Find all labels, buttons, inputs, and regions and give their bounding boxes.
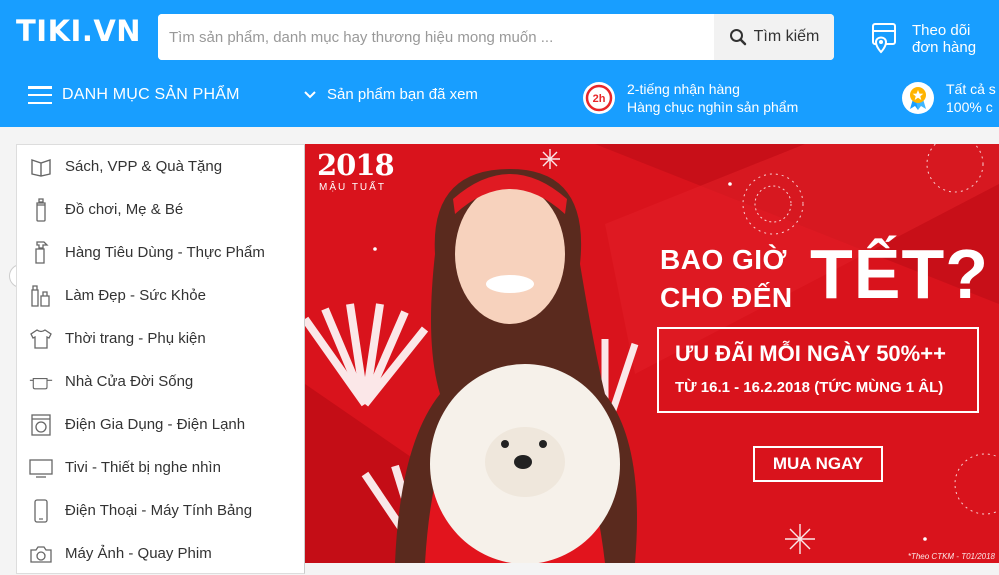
track-order-line2: đơn hàng [912, 39, 977, 56]
search-button[interactable]: Tìm kiếm [714, 14, 834, 60]
baby-bottle-icon [29, 197, 53, 222]
search-input[interactable] [158, 14, 714, 60]
header-bar: TIKI.VN Tìm kiếm Theo dõi đơn hàng DANH … [0, 0, 999, 127]
search-button-label: Tìm kiếm [753, 28, 820, 45]
category-menu-label: DANH MỤC SẢN PHẨM [62, 86, 240, 103]
category-item-books[interactable]: Sách, VPP & Quà Tặng [17, 145, 304, 188]
promo-genuine-line1: Tất cả s [946, 81, 996, 97]
category-label: Tivi - Thiết bị nghe nhìn [65, 459, 221, 476]
book-icon [29, 155, 53, 179]
search-icon [729, 29, 746, 46]
category-label: Sách, VPP & Quà Tặng [65, 158, 223, 175]
banner-offer-line2: TỪ 16.1 - 16.2.2018 (TỨC MÙNG 1 ÂL) [675, 379, 944, 396]
category-item-consumer-food[interactable]: Hàng Tiêu Dùng - Thực Phẩm [17, 231, 304, 274]
category-label: Điện Gia Dụng - Điện Lạnh [65, 416, 246, 433]
category-item-tv-av[interactable]: Tivi - Thiết bị nghe nhìn [17, 446, 304, 489]
2h-badge-text: 2h [593, 93, 606, 105]
category-menu-toggle[interactable]: DANH MỤC SẢN PHẨM [28, 86, 240, 104]
tiki-logo[interactable]: TIKI.VN [16, 14, 141, 48]
search-box: Tìm kiếm [158, 14, 834, 60]
banner-offer-box: ƯU ĐÃI MỖI NGÀY 50%++ TỪ 16.1 - 16.2.201… [657, 327, 979, 413]
category-label: Máy Ảnh - Quay Phim [65, 545, 212, 562]
category-label: Nhà Cửa Đời Sống [65, 373, 194, 390]
package-location-icon [872, 23, 896, 54]
promo-2h-line1: 2-tiếng nhận hàng [627, 81, 740, 97]
track-order-line1: Theo dõi [912, 22, 971, 39]
track-order-link[interactable]: Theo dõi đơn hàng [868, 19, 999, 59]
category-label: Làm Đẹp - Sức Khỏe [65, 287, 206, 304]
chevron-down-icon [304, 90, 316, 98]
category-item-cameras[interactable]: Máy Ảnh - Quay Phim [17, 532, 304, 575]
banner-footnote: *Theo CTKM - T01/2018 [907, 552, 995, 561]
promo-2h-delivery[interactable]: 2h 2-tiếng nhận hàng Hàng chục nghìn sản… [583, 80, 798, 116]
banner-headline-line2: CHO ĐẾN [660, 282, 793, 313]
viewed-products-dropdown[interactable]: Sản phẩm bạn đã xem [303, 86, 478, 103]
category-item-phones-tablets[interactable]: Điện Thoại - Máy Tính Bảng [17, 489, 304, 532]
buy-now-button[interactable]: MUA NGAY [753, 446, 883, 482]
category-label: Đồ chơi, Mẹ & Bé [65, 201, 184, 218]
banner-headline-big: TẾT? [810, 235, 989, 313]
medal-icon [902, 82, 934, 114]
category-sidebar: Sách, VPP & Quà Tặng Đồ chơi, Mẹ & Bé Hà… [16, 144, 305, 574]
promo-genuine-line2: 100% c [946, 99, 993, 115]
camera-icon [29, 542, 53, 566]
nav-row: DANH MỤC SẢN PHẨM Sản phẩm bạn đã xem 2h… [0, 74, 999, 127]
category-label: Điện Thoại - Máy Tính Bảng [65, 502, 253, 519]
tv-icon [29, 456, 53, 480]
promo-2h-line2: Hàng chục nghìn sản phẩm [627, 99, 799, 115]
banner-year: 2018 [317, 148, 395, 182]
category-label: Hàng Tiêu Dùng - Thực Phẩm [65, 244, 265, 261]
viewed-products-label: Sản phẩm bạn đã xem [327, 86, 478, 103]
banner-offer-line1: ƯU ĐÃI MỖI NGÀY 50%++ [675, 341, 946, 366]
shirt-icon [29, 327, 53, 351]
banner-year-subtitle: MẬU TUẤT [319, 182, 386, 193]
promo-genuine[interactable]: Tất cả s 100% c [902, 80, 996, 116]
category-item-toys-baby[interactable]: Đồ chơi, Mẹ & Bé [17, 188, 304, 231]
category-item-beauty-health[interactable]: Làm Đẹp - Sức Khỏe [17, 274, 304, 317]
category-label: Thời trang - Phụ kiện [65, 330, 206, 347]
spray-bottle-icon [29, 240, 53, 265]
phone-icon [29, 498, 53, 523]
promo-banner[interactable]: 2018 MẬU TUẤT BAO GIỜ CHO ĐẾN TẾT? ƯU ĐÃ… [305, 144, 999, 563]
category-item-appliances[interactable]: Điện Gia Dụng - Điện Lạnh [17, 403, 304, 446]
hamburger-icon [28, 86, 52, 104]
category-item-fashion[interactable]: Thời trang - Phụ kiện [17, 317, 304, 360]
cosmetics-icon [29, 284, 53, 308]
2h-delivery-icon: 2h [583, 82, 615, 114]
cooking-pot-icon [29, 370, 53, 394]
category-item-home-living[interactable]: Nhà Cửa Đời Sống [17, 360, 304, 403]
banner-headline-line1: BAO GIỜ [660, 244, 787, 275]
washing-machine-icon [29, 413, 53, 437]
track-order-text: Theo dõi đơn hàng [912, 22, 976, 56]
